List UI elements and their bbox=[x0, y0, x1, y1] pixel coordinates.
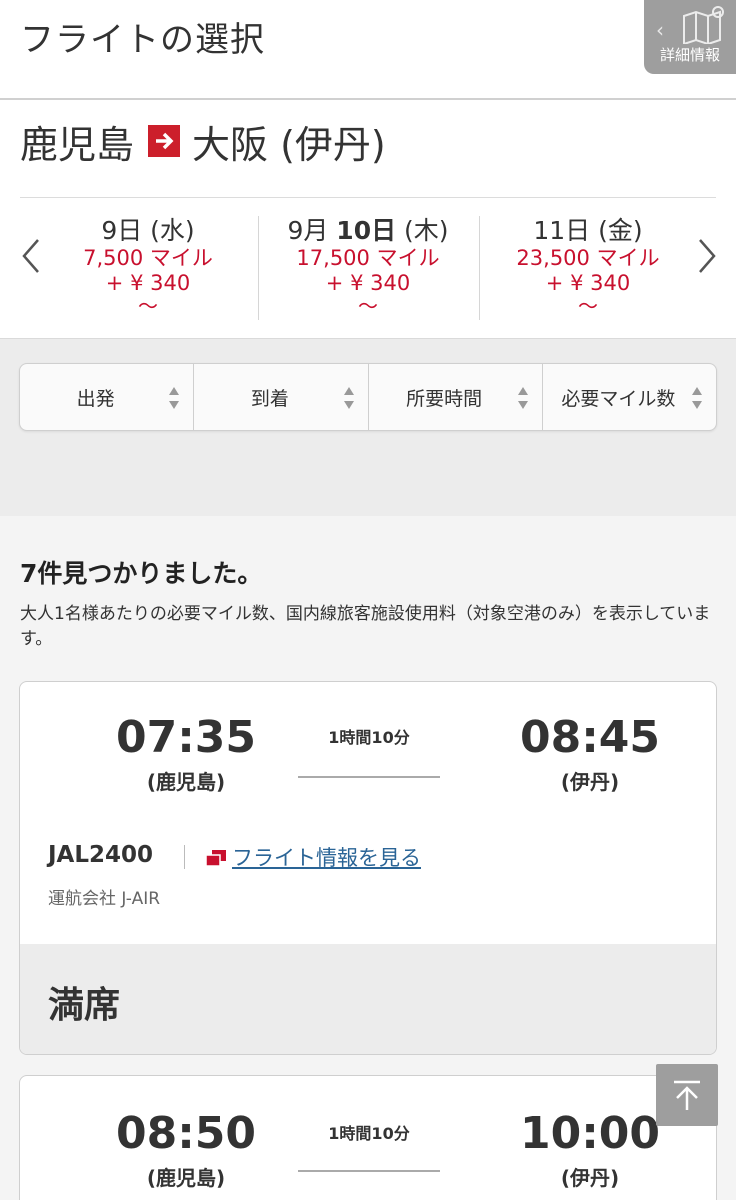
page-title: フライトの選択 bbox=[20, 20, 265, 60]
arrow-right-icon bbox=[148, 125, 181, 157]
tilde-label: 〜 bbox=[138, 294, 158, 318]
results-section: 7件見つかりました。 大人1名様あたりの必要マイル数、国内線旅客施設使用料（対象… bbox=[0, 516, 736, 1200]
miles-label: 23,500 マイル bbox=[516, 246, 660, 270]
arrival-time: 08:45 bbox=[519, 712, 661, 763]
seat-status: 満席 bbox=[48, 985, 121, 1026]
sort-icon bbox=[343, 387, 354, 409]
date-selector: 9日 (水) 7,500 マイル + ¥ 340 〜 9月 10日 (木) 17… bbox=[0, 198, 736, 338]
external-window-icon bbox=[206, 850, 226, 866]
departure-airport: (鹿児島) bbox=[146, 1166, 226, 1190]
arrival-airport: (伊丹) bbox=[560, 1166, 620, 1190]
fee-label: + ¥ 340 bbox=[105, 271, 191, 295]
date-label: 9月 10日 (木) bbox=[287, 216, 449, 245]
header: フライトの選択 ‹ 詳細情報 bbox=[0, 0, 736, 100]
duration-line bbox=[298, 776, 440, 778]
flight-card[interactable]: 07:35 (鹿児島) 1時間10分 08:45 (伊丹) JAL2400 フラ… bbox=[19, 681, 717, 1055]
detail-info-button[interactable]: ‹ 詳細情報 bbox=[644, 0, 736, 74]
arrow-up-icon bbox=[674, 1080, 700, 1110]
fee-label: + ¥ 340 bbox=[545, 271, 631, 295]
date-option-next[interactable]: 11日 (金) 23,500 マイル + ¥ 340 〜 bbox=[478, 216, 698, 316]
divider bbox=[184, 845, 185, 869]
chevron-left-icon: ‹ bbox=[656, 18, 664, 42]
scroll-to-top-button[interactable] bbox=[656, 1064, 718, 1126]
seat-status-bar: 満席 bbox=[20, 944, 716, 1054]
tilde-label: 〜 bbox=[358, 294, 378, 318]
flight-number: JAL2400 bbox=[48, 842, 154, 868]
sort-miles[interactable]: 必要マイル数 bbox=[543, 364, 716, 430]
chevron-right-icon[interactable] bbox=[692, 234, 722, 278]
sort-icon bbox=[169, 387, 180, 409]
flight-duration: 1時間10分 bbox=[328, 728, 410, 747]
flight-duration: 1時間10分 bbox=[328, 1124, 410, 1143]
duration-line bbox=[298, 1170, 440, 1172]
result-count: 7件見つかりました。 bbox=[20, 559, 263, 588]
fee-label: + ¥ 340 bbox=[325, 271, 411, 295]
sort-icon bbox=[517, 387, 528, 409]
departure-time: 08:50 bbox=[115, 1108, 257, 1159]
sort-arrival[interactable]: 到着 bbox=[194, 364, 369, 430]
sort-duration[interactable]: 所要時間 bbox=[369, 364, 543, 430]
results-note: 大人1名様あたりの必要マイル数、国内線旅客施設使用料（対象空港のみ）を表示してい… bbox=[20, 604, 711, 649]
departure-time: 07:35 bbox=[115, 712, 257, 763]
flight-info-link[interactable]: フライト情報を見る bbox=[232, 842, 421, 872]
origin-airport: 鹿児島 bbox=[20, 122, 135, 167]
miles-label: 17,500 マイル bbox=[296, 246, 440, 270]
sort-departure[interactable]: 出発 bbox=[20, 364, 195, 430]
date-label: 11日 (金) bbox=[533, 216, 643, 245]
tilde-label: 〜 bbox=[578, 294, 598, 318]
route-title: 鹿児島 大阪 (伊丹) bbox=[20, 116, 386, 167]
departure-airport: (鹿児島) bbox=[146, 770, 226, 794]
date-option-prev[interactable]: 9日 (水) 7,500 マイル + ¥ 340 〜 bbox=[38, 216, 258, 316]
date-label: 9日 (水) bbox=[101, 216, 195, 245]
detail-info-label: 詳細情報 bbox=[659, 46, 720, 64]
sort-section: 出発 到着 所要時間 必要マイル数 bbox=[0, 338, 736, 516]
destination-airport: 大阪 (伊丹) bbox=[192, 122, 386, 167]
map-icon bbox=[683, 6, 724, 44]
date-option-selected[interactable]: 9月 10日 (木) 17,500 マイル + ¥ 340 〜 bbox=[258, 216, 478, 316]
flight-card[interactable]: 08:50 (鹿児島) 1時間10分 10:00 (伊丹) bbox=[19, 1075, 717, 1200]
miles-label: 7,500 マイル bbox=[83, 246, 213, 270]
operator-label: 運航会社 J-AIR bbox=[48, 889, 161, 909]
sort-icon bbox=[692, 387, 702, 409]
sort-bar: 出発 到着 所要時間 必要マイル数 bbox=[19, 363, 717, 431]
arrival-airport: (伊丹) bbox=[560, 770, 620, 794]
